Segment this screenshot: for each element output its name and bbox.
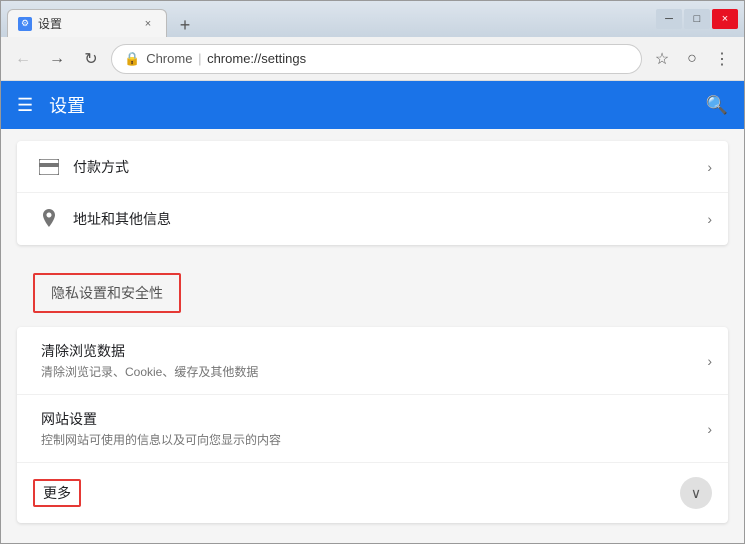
payment-icon	[33, 159, 65, 175]
lock-icon: 🔒	[124, 51, 140, 67]
minimize-button[interactable]: ─	[656, 9, 682, 29]
address-text: Chrome | chrome://settings	[146, 51, 306, 66]
forward-button[interactable]: →	[43, 45, 71, 73]
clear-browsing-content: 清除浏览数据 清除浏览记录、Cookie、缓存及其他数据	[41, 341, 707, 380]
address-title: 地址和其他信息	[73, 209, 707, 229]
address-content: 地址和其他信息	[73, 209, 707, 229]
title-bar: ⚙ 设置 × + ─ □ ×	[1, 1, 744, 37]
address-item[interactable]: 地址和其他信息 ›	[17, 193, 728, 245]
account-icon[interactable]: ○	[678, 45, 706, 73]
bookmark-icon[interactable]: ☆	[648, 45, 676, 73]
clear-browsing-subtitle: 清除浏览记录、Cookie、缓存及其他数据	[41, 363, 707, 380]
tab-close-button[interactable]: ×	[140, 16, 156, 32]
settings-search-icon[interactable]: 🔍	[706, 95, 728, 116]
privacy-card: 清除浏览数据 清除浏览记录、Cookie、缓存及其他数据 › 网站设置 控制网站…	[17, 327, 728, 523]
more-button[interactable]: 更多 ∨	[17, 463, 728, 523]
tab-title: 设置	[38, 15, 134, 32]
menu-icon[interactable]: ⋮	[708, 45, 736, 73]
address-icon	[33, 209, 65, 229]
privacy-section-label: 隐私设置和安全性	[33, 273, 181, 313]
settings-header: ☰ 设置 🔍	[1, 81, 744, 129]
payment-title: 付款方式	[73, 157, 707, 177]
hamburger-icon[interactable]: ☰	[17, 95, 33, 116]
chevron-down-icon[interactable]: ∨	[680, 477, 712, 509]
address-input[interactable]: 🔒 Chrome | chrome://settings	[111, 44, 642, 74]
refresh-button[interactable]: ↻	[77, 45, 105, 73]
appearance-section-label: 外观	[1, 539, 744, 543]
site-settings-title: 网站设置	[41, 409, 707, 429]
browser-window: ⚙ 设置 × + ─ □ × ← → ↻ 🔒 Chrome | chrome:/…	[0, 0, 745, 544]
address-bar: ← → ↻ 🔒 Chrome | chrome://settings ☆ ○ ⋮	[1, 37, 744, 81]
payment-content: 付款方式	[73, 157, 707, 177]
payment-arrow: ›	[707, 159, 712, 175]
active-tab[interactable]: ⚙ 设置 ×	[7, 9, 167, 37]
close-button[interactable]: ×	[712, 9, 738, 29]
tab-favicon: ⚙	[18, 17, 32, 31]
payment-methods-item[interactable]: 付款方式 ›	[17, 141, 728, 193]
new-tab-button[interactable]: +	[171, 13, 199, 37]
address-arrow: ›	[707, 211, 712, 227]
settings-page-title: 设置	[49, 92, 85, 118]
maximize-button[interactable]: □	[684, 9, 710, 29]
site-settings-arrow: ›	[707, 421, 712, 437]
settings-content[interactable]: 付款方式 › 地址和其他信息 › 隐私设置和安全性	[1, 129, 744, 543]
clear-browsing-item[interactable]: 清除浏览数据 清除浏览记录、Cookie、缓存及其他数据 ›	[17, 327, 728, 395]
back-button[interactable]: ←	[9, 45, 37, 73]
payment-address-card: 付款方式 › 地址和其他信息 ›	[17, 141, 728, 245]
window-controls: ─ □ ×	[656, 9, 738, 29]
site-settings-subtitle: 控制网站可使用的信息以及可向您显示的内容	[41, 431, 707, 448]
site-settings-content: 网站设置 控制网站可使用的信息以及可向您显示的内容	[41, 409, 707, 448]
more-label: 更多	[33, 479, 81, 507]
clear-browsing-title: 清除浏览数据	[41, 341, 707, 361]
toolbar-icons: ☆ ○ ⋮	[648, 45, 736, 73]
clear-browsing-arrow: ›	[707, 353, 712, 369]
tab-area: ⚙ 设置 × +	[7, 1, 652, 37]
site-settings-item[interactable]: 网站设置 控制网站可使用的信息以及可向您显示的内容 ›	[17, 395, 728, 463]
